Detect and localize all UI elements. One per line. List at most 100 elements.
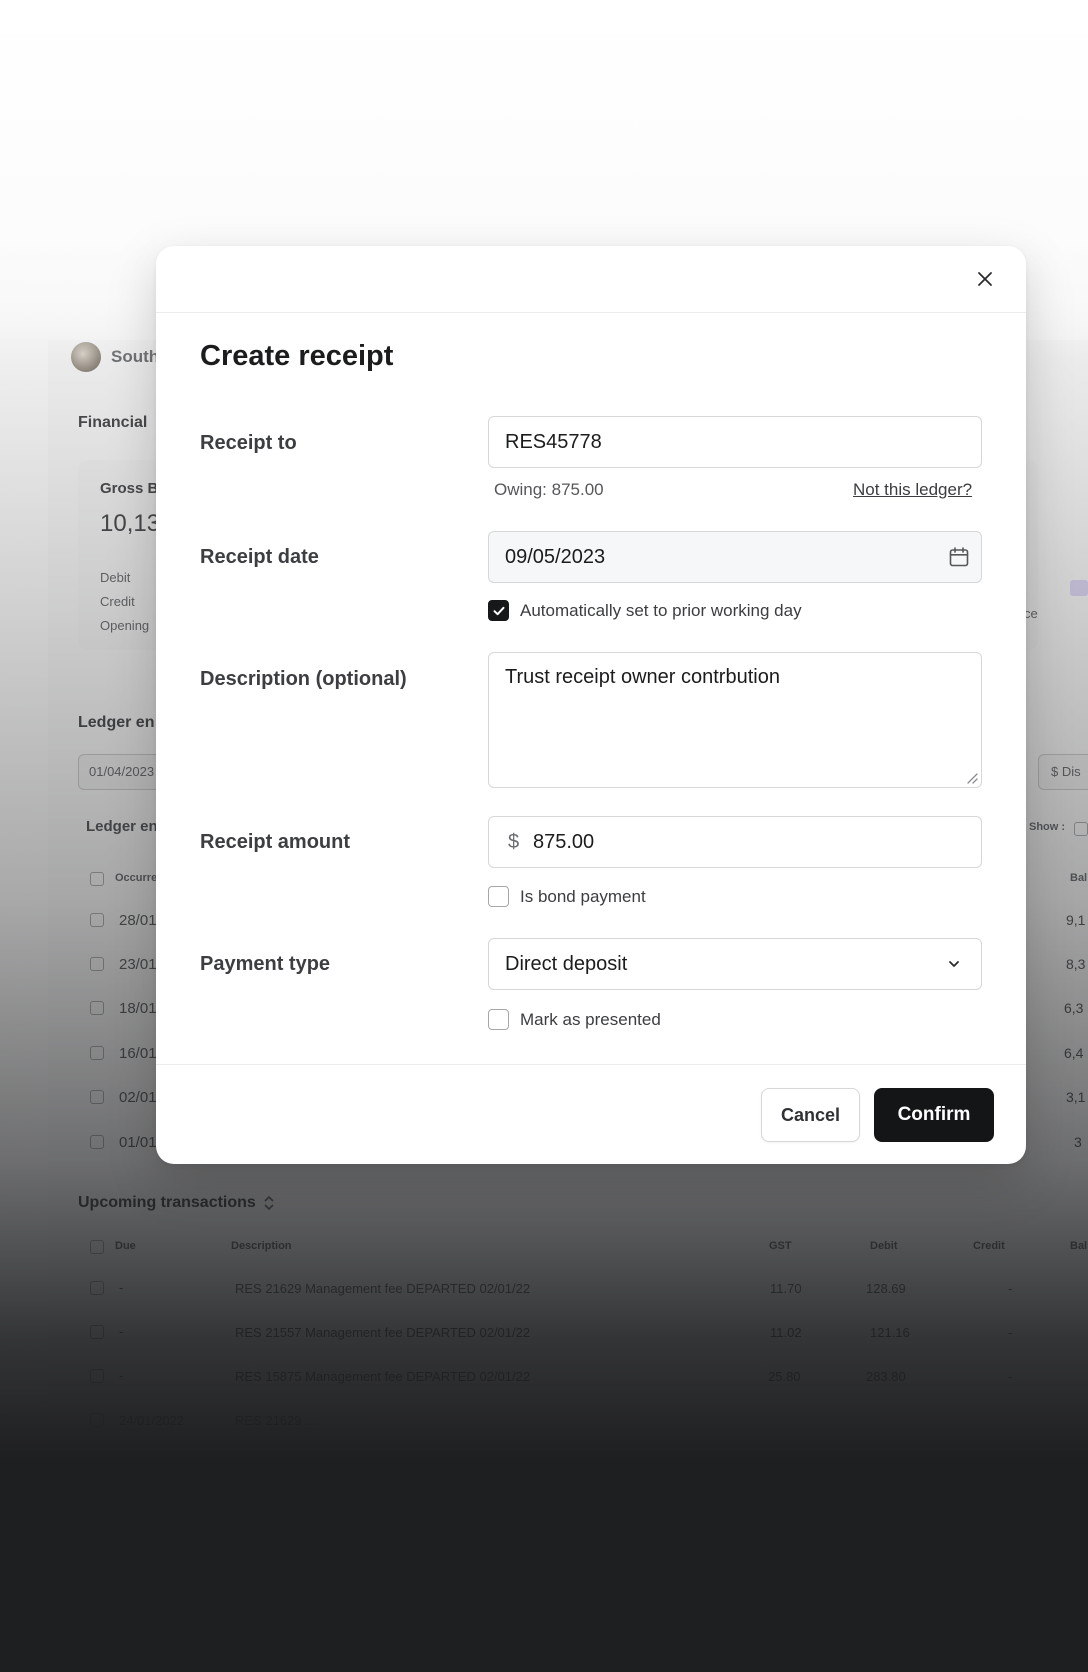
show-checkbox[interactable] xyxy=(1074,822,1088,836)
calendar-icon[interactable] xyxy=(948,546,970,568)
payment-type-select[interactable]: Direct deposit xyxy=(488,938,982,990)
row-checkbox[interactable] xyxy=(90,913,104,927)
check-icon xyxy=(493,606,504,615)
row-credit: - xyxy=(1008,1369,1013,1384)
close-icon xyxy=(978,272,992,286)
ledger-amount-filter[interactable]: $ Dis xyxy=(1038,754,1088,790)
row-checkbox[interactable] xyxy=(90,1281,104,1295)
receipt-date-label: Receipt date xyxy=(200,546,319,568)
row-date: 23/01/ xyxy=(119,956,161,973)
modal-title: Create receipt xyxy=(200,340,394,372)
row-due: - xyxy=(119,1280,124,1295)
description-label: Description (optional) xyxy=(200,668,407,690)
app-name: South xyxy=(111,347,160,366)
row-description: RES 21557 Management fee DEPARTED 02/01/… xyxy=(235,1325,531,1340)
ledger-date-filter-value: 01/04/2023 xyxy=(89,764,155,779)
mark-presented-checkbox[interactable] xyxy=(488,1009,509,1030)
create-receipt-modal: Create receipt Receipt to Owing: 875.00 … xyxy=(156,246,1026,1164)
modal-footer-divider xyxy=(156,1064,1026,1065)
cancel-button[interactable]: Cancel xyxy=(761,1088,860,1142)
col-description: Description xyxy=(231,1240,292,1252)
row-balance: 6,3 xyxy=(1064,1000,1084,1016)
side-label: ce xyxy=(1024,606,1038,621)
col-balance: Bal xyxy=(1070,872,1088,884)
owing-text: Owing: 875.00 xyxy=(494,480,604,499)
row-gst: 11.02 xyxy=(770,1325,802,1340)
bond-payment-label: Is bond payment xyxy=(520,887,646,906)
row-description: RES 21629 ... xyxy=(235,1413,316,1428)
ledger-amount-filter-value: $ Dis xyxy=(1051,764,1081,779)
auto-working-day-label: Automatically set to prior working day xyxy=(520,601,802,620)
payment-type-label: Payment type xyxy=(200,953,331,975)
row-description: RES 21629 Management fee DEPARTED 02/01/… xyxy=(235,1281,531,1296)
debit-label: Debit xyxy=(100,570,131,585)
ledger-select-all-checkbox[interactable] xyxy=(90,872,104,886)
row-debit: 121.16 xyxy=(870,1325,910,1340)
col-due: Due xyxy=(115,1240,136,1252)
row-balance: 8,3 xyxy=(1066,956,1086,972)
confirm-button[interactable]: Confirm xyxy=(874,1088,994,1142)
row-due: 24/01/2022 xyxy=(119,1413,185,1428)
row-checkbox[interactable] xyxy=(90,1369,104,1383)
row-checkbox[interactable] xyxy=(90,1413,104,1427)
row-balance: 3,1 xyxy=(1066,1089,1086,1105)
row-credit: - xyxy=(1008,1281,1013,1296)
row-date: 28/01/ xyxy=(119,912,161,929)
financial-heading: Financial xyxy=(78,414,148,431)
col-debit: Debit xyxy=(870,1240,898,1252)
upcoming-select-all-checkbox[interactable] xyxy=(90,1240,104,1254)
org-avatar xyxy=(71,342,101,372)
col-credit: Credit xyxy=(973,1240,1005,1252)
row-checkbox[interactable] xyxy=(90,1325,104,1339)
bond-payment-checkbox[interactable] xyxy=(488,886,509,907)
row-balance: 6,4 xyxy=(1064,1045,1084,1061)
receipt-date-input[interactable] xyxy=(488,531,982,583)
gross-value: 10,13 xyxy=(100,510,161,537)
close-button[interactable] xyxy=(972,266,998,292)
ledger-heading: Ledger en xyxy=(78,714,155,731)
row-checkbox[interactable] xyxy=(90,1090,104,1104)
legend-chip xyxy=(1070,580,1088,596)
row-balance: 9,1 xyxy=(1066,912,1086,928)
receipt-to-label: Receipt to xyxy=(200,432,297,454)
row-debit: 128.69 xyxy=(866,1281,906,1296)
row-gst: 11.70 xyxy=(770,1281,802,1296)
row-debit: 283.80 xyxy=(866,1369,906,1384)
show-label: Show : xyxy=(1029,821,1066,833)
row-date: 01/01/ xyxy=(119,1134,161,1151)
row-checkbox[interactable] xyxy=(90,957,104,971)
upcoming-heading: Upcoming transactions xyxy=(78,1194,256,1211)
modal-header xyxy=(156,246,1026,313)
row-due: - xyxy=(119,1324,124,1339)
receipt-amount-input[interactable] xyxy=(488,816,982,868)
receipt-to-input[interactable] xyxy=(488,416,982,468)
row-date: 16/01/ xyxy=(119,1045,161,1062)
not-this-ledger-link[interactable]: Not this ledger? xyxy=(853,480,972,500)
ledger-subheading: Ledger en xyxy=(86,818,158,835)
row-credit: - xyxy=(1008,1325,1013,1340)
row-checkbox[interactable] xyxy=(90,1001,104,1015)
sort-icon[interactable] xyxy=(262,1195,276,1211)
chevron-down-icon xyxy=(949,961,959,967)
resize-grip-icon[interactable] xyxy=(964,770,978,784)
col-upcoming-balance: Bal xyxy=(1070,1240,1088,1252)
row-balance: 3 xyxy=(1074,1134,1082,1150)
row-description: RES 15875 Management fee DEPARTED 02/01/… xyxy=(235,1369,531,1384)
row-checkbox[interactable] xyxy=(90,1046,104,1060)
row-checkbox[interactable] xyxy=(90,1135,104,1149)
col-gst: GST xyxy=(769,1240,792,1252)
currency-symbol: $ xyxy=(508,831,520,853)
receipt-amount-label: Receipt amount xyxy=(200,831,351,853)
mark-presented-label: Mark as presented xyxy=(520,1010,661,1029)
row-date: 18/01/ xyxy=(119,1000,161,1017)
auto-working-day-checkbox[interactable] xyxy=(488,600,509,621)
description-textarea[interactable]: Trust receipt owner contrbution xyxy=(488,652,982,788)
credit-label: Credit xyxy=(100,594,135,609)
opening-label: Opening xyxy=(100,618,150,633)
gross-label: Gross B xyxy=(100,480,159,497)
row-gst: 25.80 xyxy=(768,1369,801,1384)
row-date: 02/01/ xyxy=(119,1089,161,1106)
row-due: - xyxy=(119,1368,124,1383)
payment-type-value: Direct deposit xyxy=(505,953,628,975)
col-occurred: Occurre xyxy=(115,872,158,884)
